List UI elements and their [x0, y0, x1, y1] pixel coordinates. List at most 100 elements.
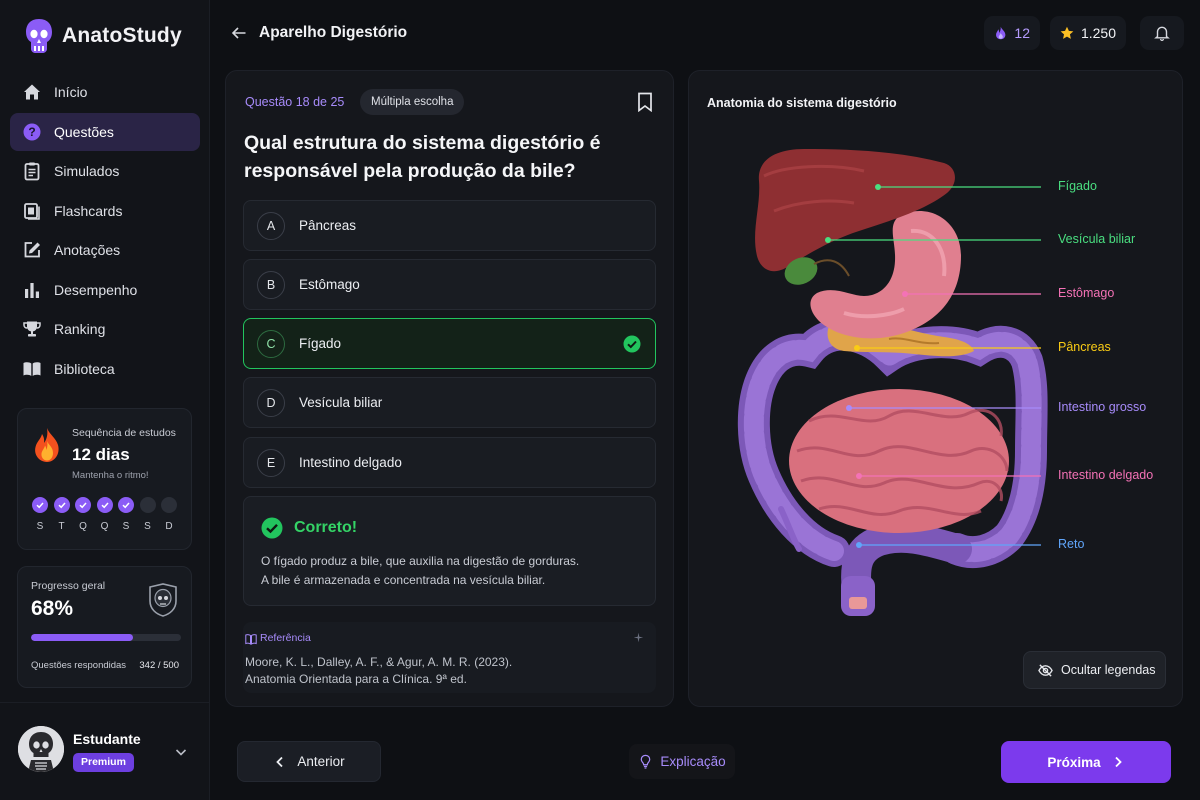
streak-day-letter: D	[165, 521, 173, 532]
bar-chart-icon	[25, 282, 39, 298]
fire-count: 12	[1014, 25, 1030, 41]
option-letter: D	[257, 388, 285, 417]
streak-week: STQQSSD	[32, 497, 177, 532]
check-icon	[122, 502, 130, 509]
progress-bar	[31, 634, 181, 641]
brand[interactable]: AnatoStudy	[24, 18, 182, 54]
sidebar-item-anotacoes[interactable]: Anotações	[10, 231, 200, 269]
legend-intestino-grosso[interactable]: Intestino grosso	[1058, 400, 1146, 414]
check-icon	[36, 502, 44, 509]
stars-counter[interactable]: 1.250	[1050, 16, 1126, 50]
fire-icon	[996, 26, 1006, 40]
streak-dot-done	[96, 497, 113, 513]
streak-subtitle: Mantenha o ritmo!	[72, 470, 149, 481]
sidebar-item-label: Questões	[54, 123, 114, 140]
sidebar-item-ranking[interactable]: Ranking	[10, 310, 200, 348]
answered-value: 342 / 500	[139, 660, 179, 671]
option-letter: A	[257, 211, 285, 240]
avatar	[18, 726, 64, 772]
edit-icon	[24, 242, 40, 258]
stars-count: 1.250	[1080, 25, 1116, 41]
question-counter: Questão 18 de 25	[245, 95, 345, 109]
reference-box: Referência Moore, K. L., Dalley, A. F., …	[243, 622, 656, 693]
sidebar-item-questoes[interactable]: ? Questões	[10, 112, 200, 151]
reference-label: Referência	[260, 632, 311, 644]
book-icon	[23, 361, 41, 376]
sidebar-item-label: Biblioteca	[54, 360, 115, 377]
streak-counter[interactable]: 12	[984, 16, 1040, 50]
progress-label: Progresso geral	[31, 580, 106, 592]
streak-day-letter: S	[144, 521, 151, 532]
option-c[interactable]: C Fígado	[243, 318, 656, 369]
streak-day-letter: S	[122, 521, 130, 532]
streak-day-letter: S	[36, 521, 44, 532]
check-icon	[100, 502, 109, 509]
streak-dot-done	[118, 497, 134, 513]
option-b[interactable]: B Estômago	[243, 259, 656, 310]
streak-day: Q	[96, 497, 113, 532]
legend-vesicula-biliar[interactable]: Vesícula biliar	[1058, 232, 1135, 246]
skull-logo-icon	[26, 19, 52, 53]
notifications-button[interactable]	[1140, 16, 1184, 50]
option-d[interactable]: D Vesícula biliar	[243, 377, 656, 428]
small-intestine	[789, 389, 1009, 533]
sidebar-item-label: Simulados	[54, 163, 120, 179]
check-icon	[79, 502, 87, 509]
legend-intestino-delgado[interactable]: Intestino delgado	[1058, 468, 1153, 482]
anatomy-title: Anatomia do sistema digestório	[707, 96, 897, 110]
streak-dot-pending	[161, 497, 177, 513]
digestive-system-illustration	[737, 149, 1048, 616]
previous-label: Anterior	[297, 754, 345, 769]
clipboard-icon	[24, 162, 40, 181]
lightbulb-icon	[641, 754, 651, 769]
previous-button[interactable]: Anterior	[237, 741, 381, 782]
home-icon	[24, 84, 40, 100]
hide-legends-button[interactable]: Ocultar legendas	[1023, 651, 1166, 689]
back-arrow-icon[interactable]	[231, 25, 247, 41]
legend-figado[interactable]: Fígado	[1058, 179, 1097, 193]
progress-bar-fill	[31, 634, 133, 641]
sidebar-item-desempenho[interactable]: Desempenho	[10, 271, 200, 309]
sidebar-item-biblioteca[interactable]: Biblioteca	[10, 350, 200, 388]
option-letter: B	[257, 270, 285, 299]
streak-day: S	[118, 497, 134, 532]
user-profile[interactable]: Estudante Premium	[0, 702, 210, 800]
option-a[interactable]: A Pâncreas	[243, 200, 656, 251]
sidebar-item-flashcards[interactable]: Flashcards	[10, 192, 200, 230]
star-icon	[1060, 26, 1074, 39]
legend-estomago[interactable]: Estômago	[1058, 286, 1114, 300]
answered-label: Questões respondidas	[31, 660, 127, 671]
legend-reto[interactable]: Reto	[1058, 537, 1084, 551]
streak-dot-pending	[139, 497, 156, 513]
legend-pancreas[interactable]: Pâncreas	[1058, 340, 1111, 354]
explanation-button[interactable]: Explicação	[629, 744, 735, 779]
feedback-line: A bile é armazenada e concentrada na ves…	[261, 573, 546, 587]
option-text: Vesícula biliar	[299, 395, 383, 410]
pin-icon[interactable]	[633, 632, 644, 643]
reference-line: Anatomia Orientada para a Clínica. 9ª ed…	[245, 672, 467, 686]
svg-text:?: ?	[28, 125, 35, 139]
next-label: Próxima	[1047, 754, 1101, 770]
sidebar-item-inicio[interactable]: Início	[10, 73, 200, 111]
streak-day: T	[53, 497, 70, 532]
check-circle-icon	[623, 335, 641, 352]
sidebar-item-simulados[interactable]: Simulados	[10, 152, 200, 190]
streak-day: S	[139, 497, 156, 532]
feedback-line: O fígado produz a bile, que auxilia na d…	[261, 554, 580, 568]
option-e[interactable]: E Intestino delgado	[243, 437, 656, 488]
main-nav: Início ? Questões Simulados Flashcards A…	[10, 73, 200, 389]
chevron-down-icon[interactable]	[174, 745, 188, 759]
feedback-box: Correto! O fígado produz a bile, que aux…	[243, 496, 656, 606]
question-type-badge: Múltipla escolha	[360, 89, 465, 115]
explanation-label: Explicação	[660, 754, 726, 769]
sidebar-item-label: Início	[54, 84, 88, 100]
streak-day: Q	[75, 497, 91, 532]
streak-day: S	[32, 497, 48, 532]
next-button[interactable]: Próxima	[1001, 741, 1171, 783]
streak-label: Sequência de estudos	[72, 427, 176, 439]
sidebar: AnatoStudy Início ? Questões Simulados F…	[0, 0, 210, 800]
user-name: Estudante	[73, 731, 141, 747]
bookmark-icon[interactable]	[637, 92, 653, 112]
anatomy-panel: Anatomia do sistema digestório Fígado Ve…	[688, 70, 1183, 707]
check-circle-icon	[261, 517, 283, 539]
